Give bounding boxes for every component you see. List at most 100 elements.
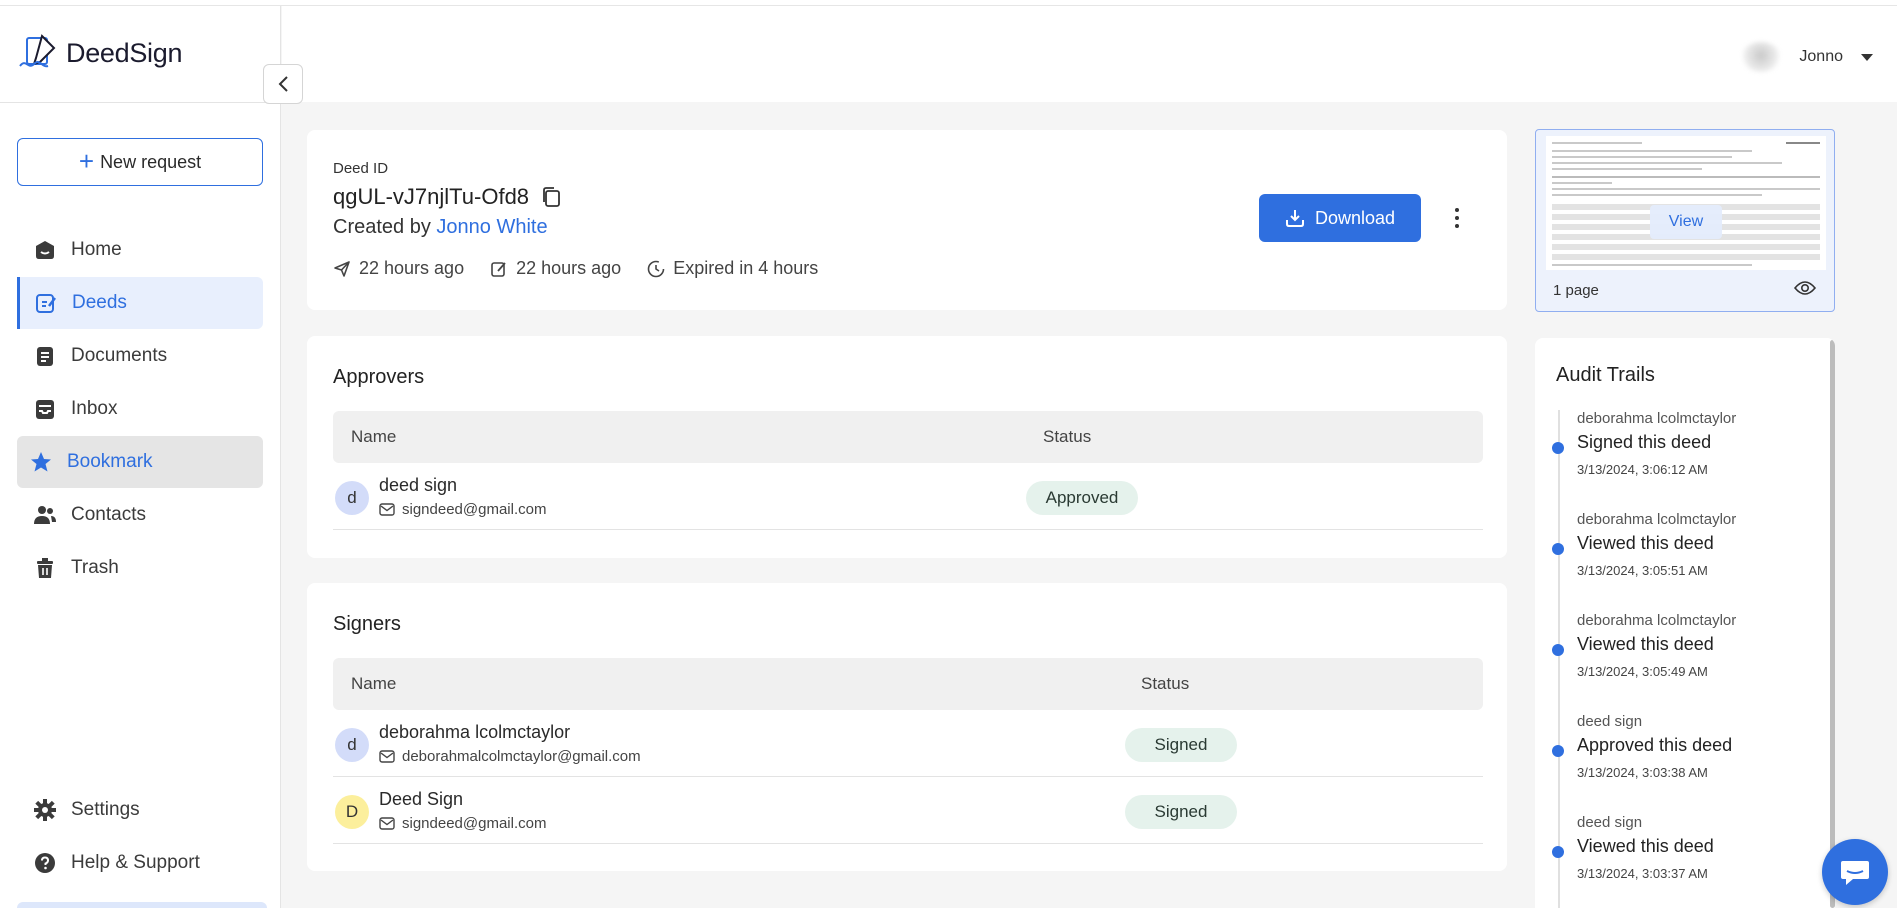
- edit-icon: [491, 261, 506, 277]
- download-button[interactable]: Download: [1259, 194, 1421, 242]
- audit-actor: deborahma lcolmctaylor: [1577, 511, 1737, 528]
- audit-actor: deborahma lcolmctaylor: [1577, 612, 1737, 629]
- deeds-icon: [34, 291, 58, 315]
- column-status: Status: [1141, 674, 1190, 693]
- app-logo[interactable]: DeedSign: [18, 34, 182, 72]
- document-thumbnail: View: [1546, 136, 1826, 270]
- timeline-dot: [1552, 543, 1564, 555]
- signers-table-header: Name Status: [333, 658, 1483, 710]
- user-menu[interactable]: Jonno: [1741, 42, 1873, 72]
- table-row[interactable]: D Deed Sign signdeed@gmail.com Signed: [333, 777, 1483, 844]
- deed-id-value: qgUL-vJ7njlTu-Ofd8: [333, 184, 530, 209]
- top-header: Jonno: [282, 6, 1897, 102]
- deedsign-logo-icon: [19, 34, 56, 68]
- sidebar-item-inbox[interactable]: Inbox: [17, 383, 263, 435]
- eye-icon[interactable]: [1794, 280, 1816, 296]
- audit-action: Signed this deed: [1577, 432, 1712, 452]
- more-options-icon[interactable]: [1451, 204, 1463, 232]
- send-icon: [334, 260, 350, 277]
- sidebar: DeedSign + New request Home Deeds Docume…: [0, 6, 281, 908]
- audit-action: Viewed this deed: [1577, 634, 1714, 654]
- audit-action: Viewed this deed: [1577, 836, 1714, 856]
- download-icon: [1285, 210, 1304, 227]
- audit-actor: deed sign: [1577, 713, 1643, 730]
- mail-icon: [379, 817, 395, 830]
- deed-info-card: Deed ID qgUL-vJ7njlTu-Ofd8 Created by Jo…: [307, 130, 1507, 310]
- sidebar-item-label: Inbox: [71, 398, 118, 419]
- deed-id: qgUL-vJ7njlTu-Ofd8: [333, 184, 561, 210]
- home-icon: [33, 238, 57, 262]
- sidebar-item-trash[interactable]: Trash: [17, 542, 263, 594]
- expiry-time: Expired in 4 hours: [647, 258, 818, 279]
- creator-link[interactable]: Jonno White: [436, 216, 547, 238]
- chevron-down-icon: [1861, 53, 1873, 61]
- audit-time: 3/13/2024, 3:06:12 AM: [1577, 462, 1708, 477]
- edited-time: 22 hours ago: [490, 258, 621, 279]
- status-badge: Signed: [1125, 795, 1237, 829]
- new-request-button[interactable]: + New request: [17, 138, 263, 186]
- plus-icon: +: [78, 145, 95, 176]
- approvers-title: Approvers: [333, 366, 425, 388]
- sidebar-bottom-strip: [17, 902, 267, 908]
- sidebar-item-label: Home: [71, 239, 122, 260]
- page-count: 1 page: [1553, 282, 1599, 299]
- sidebar-item-contacts[interactable]: Contacts: [17, 489, 263, 541]
- sidebar-divider: [0, 102, 281, 103]
- audit-time: 3/13/2024, 3:03:37 AM: [1577, 866, 1708, 881]
- sidebar-item-label: Help & Support: [71, 852, 200, 873]
- column-name: Name: [351, 427, 397, 446]
- table-row[interactable]: d deed sign signdeed@gmail.com Approved: [333, 463, 1483, 530]
- chevron-left-icon: [278, 76, 288, 92]
- sidebar-item-help[interactable]: Help & Support: [17, 837, 263, 889]
- user-name: Jonno: [1799, 48, 1843, 65]
- view-button[interactable]: View: [1650, 205, 1722, 239]
- deed-id-label: Deed ID: [333, 160, 389, 177]
- audit-scrollbar[interactable]: [1830, 340, 1835, 908]
- person-email: signdeed@gmail.com: [379, 815, 546, 832]
- copy-icon[interactable]: [541, 186, 561, 208]
- column-name: Name: [351, 674, 397, 693]
- signers-card: Signers Name Status d deborahma lcolmcta…: [307, 583, 1507, 871]
- sidebar-item-label: Settings: [71, 799, 140, 820]
- help-icon: [33, 851, 57, 875]
- signers-title: Signers: [333, 613, 401, 635]
- documents-icon: [33, 344, 57, 368]
- mail-icon: [379, 750, 395, 763]
- chat-support-button[interactable]: [1822, 839, 1888, 905]
- approvers-card: Approvers Name Status d deed sign signde…: [307, 336, 1507, 558]
- sidebar-item-deeds[interactable]: Deeds: [17, 277, 263, 329]
- person-name: deborahma lcolmctaylor: [379, 722, 571, 742]
- sidebar-item-documents[interactable]: Documents: [17, 330, 263, 382]
- sidebar-item-bookmark[interactable]: Bookmark: [17, 436, 263, 488]
- document-preview[interactable]: View 1 page: [1535, 129, 1835, 312]
- audit-actor: deborahma lcolmctaylor: [1577, 410, 1737, 427]
- sidebar-item-label: Trash: [71, 557, 119, 578]
- sidebar-item-settings[interactable]: Settings: [17, 784, 263, 836]
- person-email: signdeed@gmail.com: [379, 501, 546, 518]
- timeline-dot: [1552, 644, 1564, 656]
- timeline-dot: [1552, 442, 1564, 454]
- audit-item: deborahma lcolmctaylor Viewed this deed …: [1535, 511, 1825, 591]
- inbox-icon: [33, 397, 57, 421]
- table-row[interactable]: d deborahma lcolmctaylor deborahmalcolmc…: [333, 710, 1483, 777]
- person-name: deed sign: [379, 475, 458, 495]
- audit-item: deborahma lcolmctaylor Viewed this deed …: [1535, 612, 1825, 692]
- audit-action: Viewed this deed: [1577, 533, 1714, 553]
- trash-icon: [33, 556, 57, 580]
- app-name: DeedSign: [66, 37, 183, 68]
- audit-item: deed sign Approved this deed 3/13/2024, …: [1535, 713, 1825, 793]
- sent-time: 22 hours ago: [333, 258, 464, 279]
- timeline-dot: [1552, 846, 1564, 858]
- chat-icon: [1841, 861, 1869, 885]
- clock-icon: [647, 260, 665, 277]
- sidebar-item-home[interactable]: Home: [17, 224, 263, 276]
- audit-title: Audit Trails: [1556, 364, 1655, 386]
- gear-icon: [33, 798, 57, 822]
- avatar: d: [335, 481, 369, 515]
- approvers-table-header: Name Status: [333, 411, 1483, 463]
- collapse-sidebar-button[interactable]: [263, 64, 303, 104]
- star-icon: [29, 450, 53, 474]
- avatar: d: [335, 728, 369, 762]
- audit-trails-panel: Audit Trails deborahma lcolmctaylor Sign…: [1535, 338, 1835, 908]
- audit-actor: deed sign: [1577, 814, 1643, 831]
